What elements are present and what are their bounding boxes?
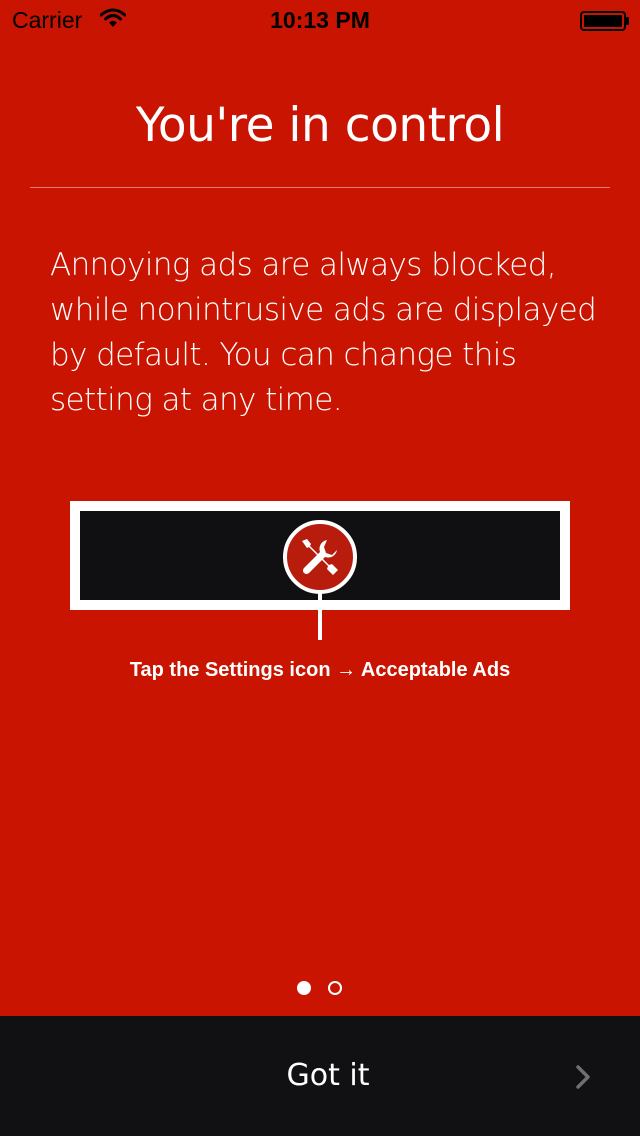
page-indicator[interactable] — [297, 981, 345, 997]
wrench-screwdriver-icon — [302, 539, 338, 575]
got-it-button[interactable]: Got it — [0, 1016, 640, 1136]
battery-icon — [580, 11, 629, 31]
page-dot-1[interactable] — [297, 981, 311, 995]
page-title: You're in control — [135, 98, 505, 153]
got-it-label: Got it — [286, 1058, 370, 1093]
title-divider — [30, 187, 610, 188]
status-bar: Carrier 10:13 PM — [0, 0, 640, 40]
chevron-right-icon — [576, 1065, 590, 1089]
page-dot-2[interactable] — [328, 981, 342, 995]
settings-hint: Tap the Settings icon → Acceptable Ads — [129, 659, 511, 681]
status-time: 10:13 PM — [270, 7, 370, 33]
description-text: Annoying ads are always blocked, while n… — [50, 247, 597, 418]
settings-badge — [283, 520, 357, 594]
pointer-line — [318, 592, 322, 640]
